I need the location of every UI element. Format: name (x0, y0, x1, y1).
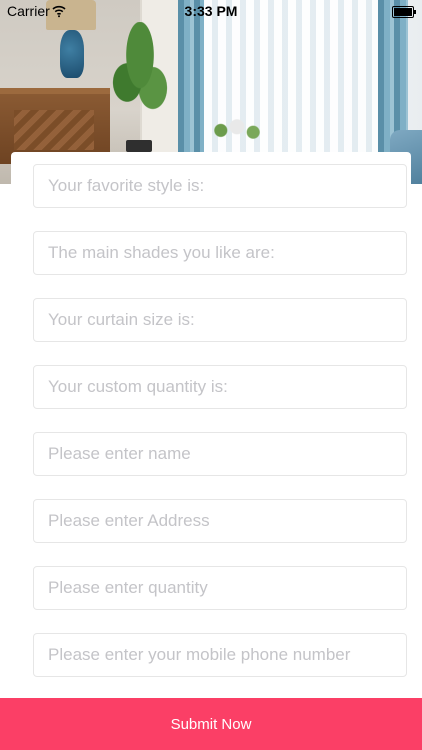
status-time: 3:33 PM (184, 3, 238, 19)
quantity-field[interactable] (33, 566, 407, 610)
main-shades-input[interactable] (34, 232, 406, 274)
address-field[interactable] (33, 499, 407, 543)
favorite-style-field[interactable] (33, 164, 407, 208)
favorite-style-input[interactable] (34, 165, 406, 207)
name-input[interactable] (34, 433, 406, 475)
name-field[interactable] (33, 432, 407, 476)
main-shades-field[interactable] (33, 231, 407, 275)
submit-now-button[interactable]: Submit Now (0, 698, 422, 750)
order-form-card (11, 152, 411, 700)
mobile-phone-input[interactable] (34, 634, 406, 676)
curtain-size-input[interactable] (34, 299, 406, 341)
custom-quantity-field[interactable] (33, 365, 407, 409)
curtain-size-field[interactable] (33, 298, 407, 342)
quantity-input[interactable] (34, 567, 406, 609)
mobile-phone-field[interactable] (33, 633, 407, 677)
address-input[interactable] (34, 500, 406, 542)
status-bar: Carrier 3:33 PM (0, 0, 422, 22)
battery-icon (392, 6, 416, 18)
custom-quantity-input[interactable] (34, 366, 406, 408)
